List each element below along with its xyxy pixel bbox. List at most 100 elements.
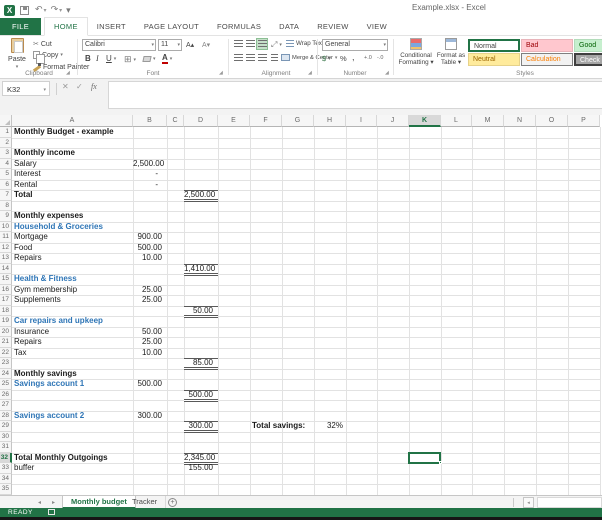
cell-A17[interactable]: Supplements [12,295,133,306]
cell-style-good[interactable]: Good [574,39,602,52]
row-header-30[interactable]: 30 [0,431,12,442]
row-header-16[interactable]: 16 [0,284,12,295]
cell-B5[interactable]: - [133,169,167,180]
cell-F29[interactable]: Total savings: [250,421,305,432]
row-header-25[interactable]: 25 [0,379,12,390]
row-header-33[interactable]: 33 [0,463,12,474]
column-header-I[interactable]: I [346,115,377,127]
cell-B6[interactable]: - [133,180,167,191]
cell-style-neutral[interactable]: Neutral [468,53,520,66]
tab-page-layout[interactable]: PAGE LAYOUT [135,18,208,35]
row-header-34[interactable]: 34 [0,473,12,484]
cell-B4[interactable]: 2,500.00 [133,159,167,170]
row-header-13[interactable]: 13 [0,253,12,264]
cell-A4[interactable]: Salary [12,159,133,170]
cell-A16[interactable]: Gym membership [12,285,133,296]
tab-review[interactable]: REVIEW [308,18,357,35]
row-header-3[interactable]: 3 [0,148,12,159]
cell-A25[interactable]: Savings account 1 [12,379,133,390]
cell-A10[interactable]: Household & Groceries [12,222,133,233]
row-header-4[interactable]: 4 [0,158,12,169]
row-header-14[interactable]: 14 [0,263,12,274]
italic-button[interactable]: I [96,54,99,63]
row-header-20[interactable]: 20 [0,326,12,337]
borders-dropdown-icon[interactable]: ▾ [134,57,137,63]
merge-dropdown-icon[interactable]: ▾ [335,55,338,61]
cell-B17[interactable]: 25.00 [133,295,167,306]
row-header-10[interactable]: 10 [0,221,12,232]
column-header-J[interactable]: J [377,115,409,127]
cell-A9[interactable]: Monthly expenses [12,211,133,222]
cell-A22[interactable]: Tax [12,348,133,359]
column-header-N[interactable]: N [504,115,536,127]
grow-font-button[interactable]: A▴ [186,41,194,49]
row-header-19[interactable]: 19 [0,316,12,327]
undo-icon[interactable]: ↶▾ [35,3,47,17]
number-format-combo[interactable]: General ▾ [322,39,388,51]
font-dialog-launcher-icon[interactable]: ◢ [219,70,223,76]
increase-decimal-button[interactable]: +.0 [364,55,372,61]
row-header-9[interactable]: 9 [0,211,12,222]
active-cell-selection[interactable] [408,451,441,464]
conditional-formatting-button[interactable]: Conditional Formatting ▾ [397,38,435,67]
column-header-G[interactable]: G [282,115,314,127]
cell-style-bad[interactable]: Bad [521,39,573,52]
cell-A32[interactable]: Total Monthly Outgoings [12,453,133,464]
tab-file[interactable]: FILE [0,18,42,35]
cell-A21[interactable]: Repairs [12,337,133,348]
column-header-F[interactable]: F [250,115,282,127]
tab-view[interactable]: VIEW [358,18,396,35]
cell-A15[interactable]: Health & Fitness [12,274,133,285]
row-header-8[interactable]: 8 [0,200,12,211]
cell-A11[interactable]: Mortgage [12,232,133,243]
decrease-decimal-button[interactable]: -.0 [377,55,383,61]
tab-data[interactable]: DATA [270,18,308,35]
cell-B16[interactable]: 25.00 [133,285,167,296]
font-color-dropdown-icon[interactable]: ▾ [170,56,173,62]
cell-A7[interactable]: Total [12,190,133,201]
tab-home[interactable]: HOME [44,17,88,36]
cell-A28[interactable]: Savings account 2 [12,411,133,422]
name-box-dropdown-icon[interactable]: ▾ [43,87,46,93]
tab-insert[interactable]: INSERT [88,18,135,35]
cell-style-check-cell[interactable]: Check Cell [574,53,602,66]
cell-A19[interactable]: Car repairs and upkeep [12,316,133,327]
column-header-E[interactable]: E [218,115,250,127]
fill-color-dropdown-icon[interactable]: ▾ [153,56,156,62]
borders-button[interactable]: ⊞ ▾ [124,54,136,65]
number-dialog-launcher-icon[interactable]: ◢ [385,70,389,76]
copy-dropdown-icon[interactable]: ▾ [60,52,63,58]
comma-style-button[interactable]: , [352,52,355,62]
column-header-M[interactable]: M [472,115,504,127]
row-header-12[interactable]: 12 [0,242,12,253]
column-header-H[interactable]: H [314,115,346,127]
number-format-dropdown-icon[interactable]: ▾ [383,42,386,48]
cell-A3[interactable]: Monthly income [12,148,133,159]
cell-D7[interactable]: 2,500.00 [184,190,218,202]
cell-D33[interactable]: 155.00 [184,463,218,474]
cancel-icon[interactable]: ✕ [62,82,69,91]
cell-A24[interactable]: Monthly savings [12,369,133,380]
column-header-O[interactable]: O [536,115,568,127]
fill-handle[interactable] [439,461,442,464]
column-header-C[interactable]: C [167,115,184,127]
cell-D23[interactable]: 85.00 [184,358,218,370]
cell-B12[interactable]: 500.00 [133,243,167,254]
cell-B21[interactable]: 25.00 [133,337,167,348]
cell-A12[interactable]: Food [12,243,133,254]
insert-function-icon[interactable]: fx [91,82,97,91]
cell-H29[interactable]: 32% [314,421,346,432]
cell-A20[interactable]: Insurance [12,327,133,338]
font-name-dropdown-icon[interactable]: ▾ [151,42,154,48]
select-all-button[interactable] [0,115,12,127]
cell-A1[interactable]: Monthly Budget - example [12,127,133,138]
row-header-7[interactable]: 7 [0,190,12,201]
cell-D14[interactable]: 1,410.00 [184,263,218,276]
copy-button[interactable]: Copy ▾ [33,51,63,64]
row-header-29[interactable]: 29 [0,421,12,432]
undo-dropdown-icon[interactable]: ▾ [44,8,47,14]
cell-B20[interactable]: 50.00 [133,327,167,338]
redo-dropdown-icon[interactable]: ▾ [59,8,62,14]
customize-qat-icon[interactable]: ▾ [66,4,71,16]
decrease-indent-button[interactable] [268,52,280,64]
